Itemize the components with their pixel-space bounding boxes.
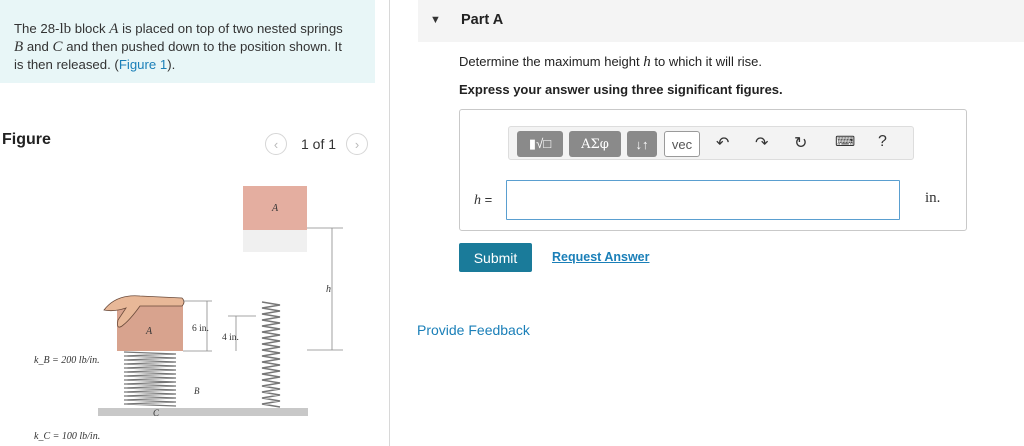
compressed-spring	[123, 351, 177, 407]
answer-var-label: h =	[474, 192, 492, 209]
problem-unit: lb	[59, 21, 72, 37]
pager-text: 1 of 1	[301, 136, 337, 152]
problem-var: C	[52, 39, 63, 55]
keyboard-icon[interactable]: ⌨	[835, 133, 855, 150]
part-header[interactable]	[418, 0, 1024, 42]
dimension-h: h	[307, 227, 343, 351]
question-part: to which it will rise.	[650, 54, 762, 69]
left-panel: The 28-lb block A is placed on top of tw…	[0, 0, 390, 446]
answer-var: h	[474, 193, 481, 208]
answer-eq: =	[481, 192, 493, 207]
block-a-label: A	[271, 203, 279, 214]
figure-pager: ‹ 1 of 1 ›	[265, 133, 369, 155]
reset-icon[interactable]: ↻	[794, 133, 807, 153]
dim-4in-label: 4 in.	[222, 333, 239, 343]
figure-link[interactable]: Figure 1	[119, 57, 167, 72]
answer-input[interactable]	[506, 180, 900, 220]
h-dim-label: h	[326, 284, 331, 295]
free-spring	[261, 301, 281, 408]
kc-label: k_C = 100 lb/in.	[34, 431, 100, 442]
arrows-button[interactable]: ↓↑	[627, 131, 657, 157]
submit-button[interactable]: Submit	[459, 243, 532, 272]
undo-icon[interactable]: ↶	[716, 133, 729, 153]
block-a-raised: A	[243, 186, 307, 252]
problem-text: is then released. (	[14, 57, 119, 72]
dim-6in-label: 6 in.	[192, 324, 209, 334]
c-label: C	[153, 408, 160, 418]
math-toolbar: ▮√□ ΑΣφ ↓↑ vec ↶ ↷ ↻ ⌨ ?	[508, 126, 914, 160]
spring-figure: A h A 6 in. 4 in. k_B = 200 lb/in. B C k…	[34, 186, 343, 442]
instruction-text: Express your answer using three signific…	[459, 82, 783, 97]
question-text: Determine the maximum height h to which …	[459, 54, 762, 71]
problem-text: and then pushed down to the position sho…	[62, 39, 342, 54]
problem-text: is placed on top of two nested springs	[118, 21, 343, 36]
block-a-pressed: A	[103, 295, 185, 351]
provide-feedback-link[interactable]: Provide Feedback	[417, 322, 530, 338]
caret-down-icon[interactable]: ▼	[430, 14, 441, 26]
figure-heading: Figure	[2, 131, 51, 148]
kb-label: k_B = 200 lb/in.	[34, 355, 100, 366]
chevron-right-icon[interactable]: ›	[346, 133, 369, 155]
b-label: B	[194, 386, 200, 396]
question-part: Determine the maximum height	[459, 54, 644, 69]
problem-var: B	[14, 39, 24, 55]
request-answer-link[interactable]: Request Answer	[552, 250, 649, 264]
problem-statement: The 28-lb block A is placed on top of tw…	[0, 0, 375, 83]
templates-sqrt-icon[interactable]: ▮√□	[517, 131, 563, 157]
question-var: h	[643, 54, 651, 70]
block-a-label: A	[145, 326, 153, 337]
ground	[98, 408, 308, 416]
problem-text: and	[23, 39, 53, 54]
chevron-left-icon[interactable]: ‹	[265, 133, 287, 155]
problem-text: ).	[167, 57, 176, 72]
vec-button[interactable]: vec	[664, 131, 700, 157]
problem-text: block	[71, 21, 110, 36]
redo-icon[interactable]: ↷	[755, 133, 768, 153]
problem-text: The 28-	[14, 21, 60, 36]
part-title: Part A	[461, 12, 504, 28]
greek-button[interactable]: ΑΣφ	[569, 131, 621, 157]
answer-unit: in.	[925, 190, 941, 206]
answer-box: ▮√□ ΑΣφ ↓↑ vec ↶ ↷ ↻ ⌨ ? h = in.	[459, 109, 967, 231]
help-button[interactable]: ?	[878, 133, 887, 151]
